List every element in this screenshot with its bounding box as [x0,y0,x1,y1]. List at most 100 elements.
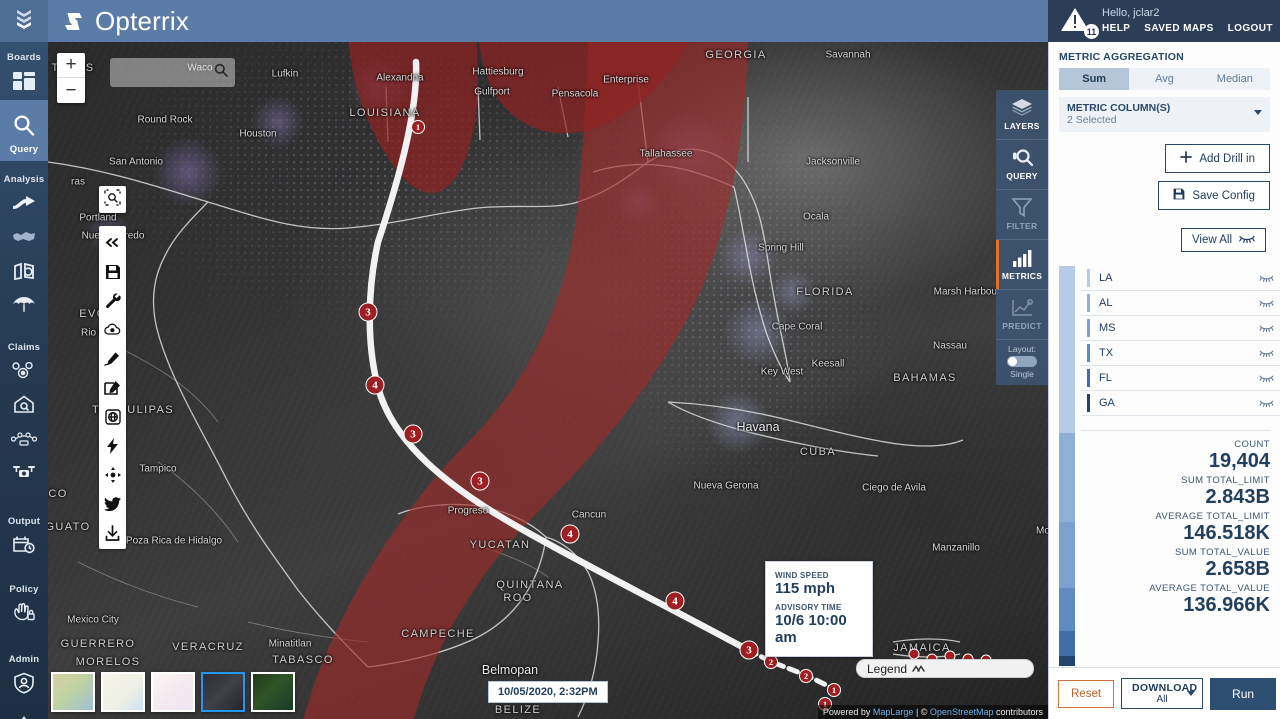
twitter-bird-icon[interactable] [99,489,126,518]
view-all-button[interactable]: View All [1180,228,1266,252]
chevron-down-icon[interactable] [1187,690,1196,696]
hurricane-category-marker[interactable]: 4 [365,375,385,395]
stacked-bar-segment[interactable] [1059,630,1075,656]
hurricane-category-marker[interactable]: 3 [470,471,490,491]
eye-closed-icon[interactable] [1259,319,1274,337]
map-panel-filter[interactable]: FILTER [996,190,1048,240]
add-drill-in-button[interactable]: Add Drill in [1165,144,1270,173]
map-layout-toggle[interactable]: Layout: Single [996,340,1048,385]
map-canvas[interactable]: 134334432211 TEXASWacoLufkinAlexandriaHa… [48,42,1048,719]
agg-option-avg[interactable]: Avg [1129,68,1199,90]
sidebar-item-network-nodes[interactable] [0,424,48,458]
basemap-dark[interactable] [201,672,245,712]
eye-closed-icon[interactable] [1259,369,1274,387]
nav-group-boards[interactable]: Boards [0,42,48,100]
eye-closed-icon[interactable] [1259,394,1274,412]
metric-columns-select[interactable]: METRIC COLUMN(S) 2 Selected [1059,97,1270,132]
basemap-light[interactable] [101,672,145,712]
stacked-bar-segment[interactable] [1059,587,1075,631]
chevron-down-icon[interactable] [1254,110,1262,115]
eye-closed-icon[interactable] [1259,344,1274,362]
sidebar-item-drone-camera[interactable] [0,458,48,492]
save-config-button[interactable]: Save Config [1158,181,1270,210]
search-icon[interactable] [214,63,228,82]
nav-collapse-button[interactable] [0,0,48,42]
zoom-in-button[interactable]: + [57,53,85,78]
stacked-bar-segment[interactable] [1059,266,1075,433]
state-list-item[interactable]: FL [1081,366,1280,391]
download-button[interactable]: DOWNLOAD All [1121,677,1204,710]
sidebar-item-boards[interactable] [0,66,48,100]
basemap-paper[interactable] [151,672,195,712]
collapse-left-icon[interactable] [99,228,126,257]
map-panel-metrics[interactable]: METRICS [996,240,1048,290]
download-icon[interactable] [99,518,126,547]
sidebar-item-output[interactable] [0,530,48,564]
basemap-selector[interactable] [51,672,295,712]
cloud-weather-icon[interactable] [99,315,126,344]
chevron-up-icon[interactable] [912,660,925,678]
hurricane-category-marker[interactable]: 3 [739,640,759,660]
sidebar-item-usa-map[interactable] [0,222,48,256]
stacked-bar-segment[interactable] [1059,521,1075,588]
legend-toggle[interactable]: Legend [856,659,1034,678]
sidebar-item-claims-pins[interactable] [0,356,48,390]
agg-option-median[interactable]: Median [1200,68,1270,90]
hurricane-category-marker[interactable]: 3 [358,302,378,322]
map-panel-layers[interactable]: LAYERS [996,90,1048,140]
hurricane-category-marker[interactable]: 3 [403,424,423,444]
run-button[interactable]: Run [1210,677,1277,710]
state-list-item[interactable]: AL [1081,291,1280,316]
help-link[interactable]: HELP [1102,23,1130,36]
alert-notification[interactable]: 11 [1060,5,1099,39]
zoom-to-extent-button[interactable] [99,186,126,213]
stacked-bar-segment[interactable] [1059,432,1075,522]
lightning-icon[interactable] [99,431,126,460]
sidebar-item-admin[interactable] [0,668,48,702]
wrench-icon[interactable] [99,286,126,315]
logout-link[interactable]: LOGOUT [1228,23,1273,36]
agg-option-sum[interactable]: Sum [1059,68,1130,90]
layout-toggle-switch[interactable] [1007,356,1037,367]
state-list-item[interactable]: MS [1081,316,1280,341]
stacked-bar-segment[interactable] [1059,655,1075,666]
sidebar-item-analysis[interactable] [0,188,48,222]
map-tool-dock[interactable] [99,226,126,549]
save-disk-icon[interactable] [99,257,126,286]
sidebar-item-umbrella[interactable] [0,290,48,324]
map-side-panel[interactable]: LAYERS QUERY FILTER METRICS PREDICT Layo… [996,90,1048,385]
nav-group-query[interactable]: Query [0,100,48,161]
metric-aggregation-segmented[interactable]: Sum Avg Median [1059,68,1270,90]
map-search-box[interactable] [110,58,235,87]
sidebar-item-map-refresh[interactable] [0,256,48,290]
globe-box-icon[interactable] [99,402,126,431]
eye-closed-icon[interactable] [1259,269,1274,287]
app-brand[interactable]: Opterrix [48,6,189,37]
hurricane-category-marker[interactable]: 4 [665,591,685,611]
sidebar-item-query[interactable] [0,110,48,144]
draw-pencil-icon[interactable] [99,344,126,373]
state-list-item[interactable]: TX [1081,341,1280,366]
state-list-item[interactable]: LA [1081,266,1280,291]
reset-button[interactable]: Reset [1058,679,1115,708]
map-zoom-control[interactable]: + − [57,53,85,103]
osm-link[interactable]: OpenStreetMap [930,707,994,717]
zoom-out-button[interactable]: − [57,78,85,103]
edit-note-icon[interactable] [99,373,126,402]
sidebar-item-home-search[interactable] [0,390,48,424]
basemap-terrain[interactable] [51,672,95,712]
hurricane-category-marker[interactable]: 1 [827,683,841,697]
hurricane-category-marker[interactable]: 4 [560,524,580,544]
state-list[interactable]: LA AL MS TX FL GA [1081,266,1280,416]
eye-closed-icon[interactable] [1259,294,1274,312]
maplarge-link[interactable]: MapLarge [873,707,914,717]
map-panel-query[interactable]: QUERY [996,140,1048,190]
crosshair-icon[interactable] [99,460,126,489]
saved-maps-link[interactable]: SAVED MAPS [1144,23,1213,36]
basemap-satellite[interactable] [251,672,295,712]
sidebar-item-policy[interactable] [0,598,48,632]
hurricane-category-marker[interactable]: 2 [799,669,813,683]
hurricane-category-marker[interactable]: 2 [764,655,778,669]
hurricane-category-marker[interactable]: 1 [411,120,425,134]
map-panel-predict[interactable]: PREDICT [996,290,1048,340]
